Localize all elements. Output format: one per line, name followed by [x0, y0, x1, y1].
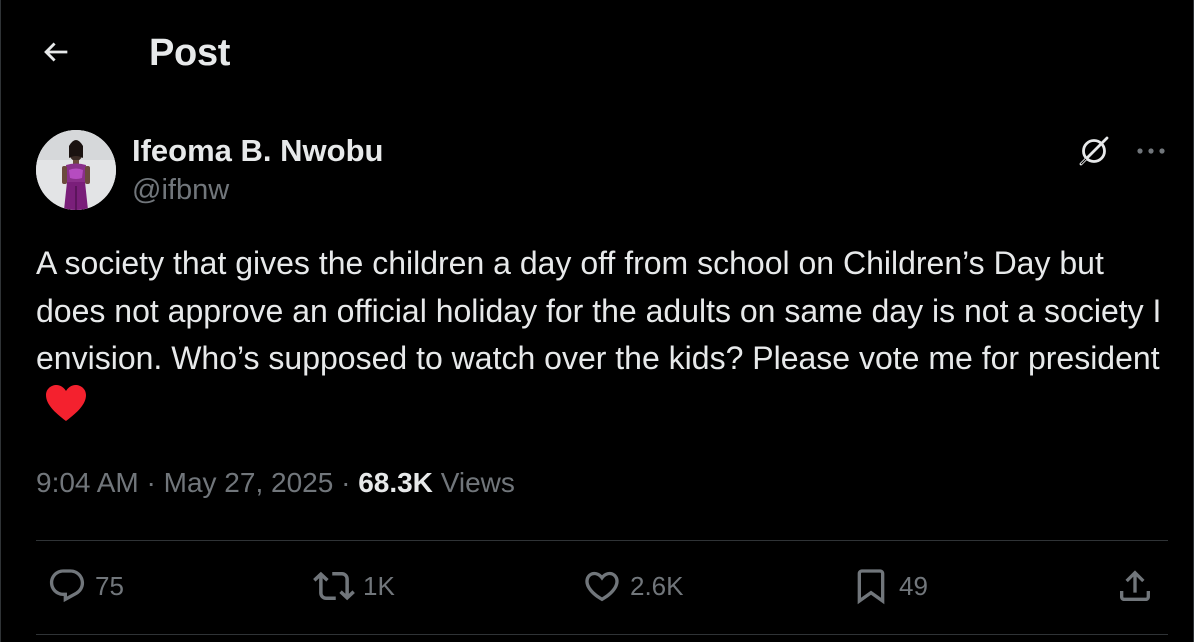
share-icon — [1120, 570, 1150, 601]
page-title: Post — [149, 32, 231, 74]
post-meta: 9:04 AM · May 27, 2025 · 68.3K Views — [36, 467, 515, 499]
post-time[interactable]: 9:04 AM — [36, 467, 139, 498]
like-button[interactable]: 2.6K — [582, 564, 684, 608]
red-heart-emoji — [44, 383, 88, 437]
author-name[interactable]: Ifeoma B. Nwobu — [132, 133, 383, 169]
reply-count: 75 — [95, 570, 124, 601]
meta-separator: · — [341, 467, 351, 498]
divider-bottom — [36, 634, 1168, 635]
action-bar: 75 1K 2.6K 49 — [1, 540, 1193, 635]
meta-separator: · — [146, 467, 156, 498]
avatar-image — [36, 130, 116, 210]
views-label: Views — [440, 467, 515, 498]
heart-icon — [585, 571, 619, 602]
grok-button[interactable] — [1075, 132, 1113, 170]
post-text-content: A society that gives the children a day … — [36, 245, 1162, 376]
avatar[interactable] — [36, 130, 116, 210]
bookmark-count: 49 — [899, 570, 928, 601]
post-page: Post Ifeoma B. Nwobu @ifbnw A society th… — [0, 0, 1194, 642]
grok-icon — [1079, 136, 1109, 166]
bookmark-icon — [857, 569, 885, 605]
author-handle[interactable]: @ifbnw — [132, 174, 229, 207]
bookmark-button[interactable]: 49 — [851, 564, 928, 608]
reply-icon — [49, 569, 85, 603]
post-text: A society that gives the children a day … — [36, 240, 1176, 436]
more-button[interactable] — [1129, 132, 1173, 170]
page-header: Post — [1, 0, 1193, 106]
views-count: 68.3K — [358, 467, 433, 498]
arrow-left-icon — [44, 42, 68, 62]
more-horizontal-icon — [1137, 148, 1165, 154]
back-button[interactable] — [34, 30, 78, 74]
repost-count: 1K — [363, 570, 395, 601]
repost-button[interactable]: 1K — [313, 564, 395, 608]
post-date[interactable]: May 27, 2025 — [164, 467, 334, 498]
reply-button[interactable]: 75 — [47, 564, 124, 608]
share-button[interactable] — [1115, 564, 1155, 608]
repost-icon — [313, 571, 355, 601]
like-count: 2.6K — [630, 570, 684, 601]
